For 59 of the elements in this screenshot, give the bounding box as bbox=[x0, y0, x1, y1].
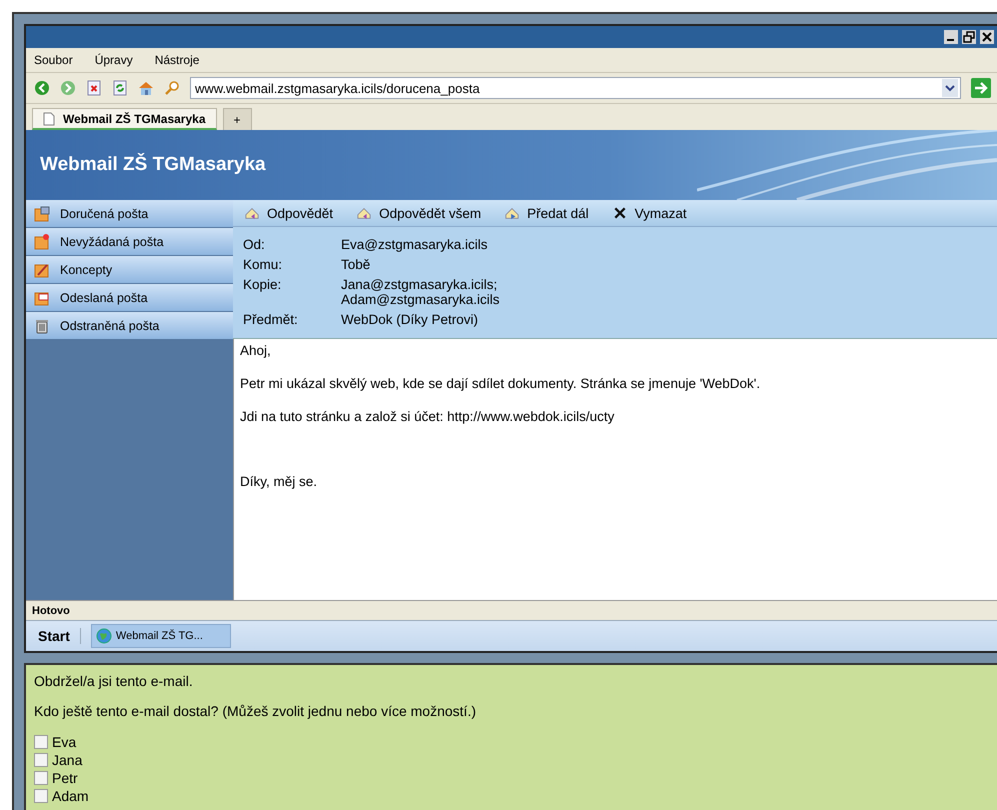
taskbar-window[interactable]: Webmail ZŠ TG... bbox=[90, 624, 231, 648]
question-prompt: Kdo ještě tento e-mail dostal? (Můžeš zvolit jednu nebo více možností.) bbox=[34, 703, 477, 719]
trash-icon bbox=[34, 318, 50, 334]
folder-icon bbox=[34, 234, 50, 250]
stop-icon[interactable] bbox=[86, 80, 102, 96]
checkbox[interactable] bbox=[34, 771, 48, 785]
message-closing: Díky, měj se. bbox=[240, 474, 318, 489]
close-icon[interactable] bbox=[980, 30, 994, 44]
toolbar-button[interactable]: Předat dál bbox=[503, 206, 589, 220]
option-label: Petr bbox=[52, 770, 78, 786]
banner-title: Webmail ZŠ TGMasaryka bbox=[40, 154, 266, 176]
message-text: Jdi na tuto stránku a založ si účet: http://www.webdok.icils/ucty bbox=[240, 409, 614, 424]
option-label: Adam bbox=[52, 788, 89, 804]
checkbox[interactable] bbox=[34, 789, 48, 803]
header-label: Kopie: bbox=[243, 277, 282, 294]
folder-icon bbox=[34, 206, 50, 222]
pencil-folder-icon bbox=[34, 262, 50, 278]
refresh-icon[interactable] bbox=[112, 80, 128, 96]
globe-icon bbox=[96, 628, 112, 644]
header-value: Jana@zstgmasaryka.icils; bbox=[341, 277, 498, 292]
toolbar-button[interactable]: Odpovědět bbox=[243, 206, 334, 220]
sidebar-item[interactable]: Koncepty bbox=[26, 256, 233, 283]
header-value: Eva@zstgmasaryka.icils bbox=[341, 237, 488, 252]
browser-tab[interactable]: Webmail ZŠ TGMasaryka bbox=[32, 108, 216, 130]
sidebar-item[interactable]: Odstraněná pošta bbox=[26, 312, 233, 339]
restore-icon[interactable] bbox=[962, 30, 976, 44]
toolbar-button[interactable]: Vymazat bbox=[610, 206, 687, 220]
header-value: Adam@zstgmasaryka.icils bbox=[341, 292, 500, 307]
sidebar-item[interactable]: Doručená pošta bbox=[26, 200, 233, 227]
browser-tab[interactable]: + bbox=[222, 108, 252, 130]
sidebar-item[interactable]: Odeslaná pošta bbox=[26, 284, 233, 311]
question-intro: Obdržel/a jsi tento e-mail. bbox=[34, 673, 194, 689]
address-field[interactable]: www.webmail.zstgmasaryka.icils/dorucena_posta bbox=[190, 77, 961, 99]
start-button[interactable]: Start bbox=[38, 628, 81, 644]
message-text: Ahoj, bbox=[240, 343, 271, 358]
home-icon[interactable] bbox=[138, 80, 154, 96]
header-value: Tobě bbox=[341, 257, 370, 272]
go-icon[interactable] bbox=[971, 78, 991, 98]
folder-icon bbox=[34, 290, 50, 306]
menu-item[interactable]: Soubor bbox=[34, 53, 73, 67]
checkbox[interactable] bbox=[34, 753, 48, 767]
minimize-icon[interactable] bbox=[944, 30, 958, 44]
header-label: Od: bbox=[243, 237, 266, 252]
option-label: Jana bbox=[52, 752, 82, 768]
message-text: Petr mi ukázal skvělý web, kde se dají sdílet dokumenty. Stránka se jmenuje 'WebDok'. bbox=[240, 376, 760, 391]
option-label: Eva bbox=[52, 734, 76, 750]
header-value: WebDok (Díky Petrovi) bbox=[341, 312, 478, 327]
dropdown-icon[interactable] bbox=[942, 79, 958, 97]
toolbar-button[interactable]: Odpovědět všem bbox=[355, 206, 482, 220]
menu-item[interactable]: Nástroje bbox=[154, 53, 200, 67]
header-label: Komu: bbox=[243, 257, 284, 272]
checkbox[interactable] bbox=[34, 735, 48, 749]
header-label: Předmět: bbox=[243, 312, 299, 327]
search-icon[interactable] bbox=[164, 80, 180, 96]
sidebar-item[interactable]: Nevyžádaná pošta bbox=[26, 228, 233, 255]
menu-item[interactable]: Úpravy bbox=[94, 53, 133, 67]
status-text: Hotovo bbox=[32, 604, 70, 616]
page-icon bbox=[43, 112, 55, 126]
back-icon[interactable] bbox=[34, 80, 50, 96]
